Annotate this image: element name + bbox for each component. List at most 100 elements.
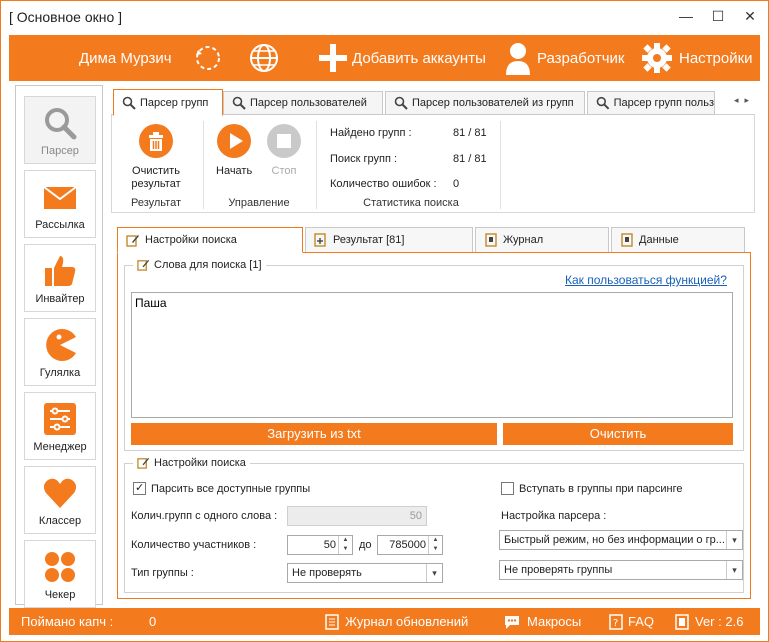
control-group: Начать Стоп Управление: [204, 115, 314, 213]
ribbon: Очистить результат Результат Начать Стоп…: [111, 115, 755, 213]
tab-label: Результат [81]: [333, 234, 405, 246]
close-button[interactable]: ✕: [733, 1, 767, 31]
group-type-select[interactable]: Не проверять ▾: [287, 563, 443, 583]
stepper-arrows[interactable]: ▲ ▼: [338, 536, 352, 554]
settings-button[interactable]: Настройки: [641, 35, 753, 81]
tab-search-settings[interactable]: Настройки поиска: [117, 227, 303, 253]
plus-icon: [319, 44, 347, 72]
clear-result-button[interactable]: [138, 123, 174, 162]
tab-scroll-arrows[interactable]: ◂▸: [734, 95, 755, 106]
updates-log-button[interactable]: Журнал обновлений: [325, 608, 468, 635]
sidebar-item-mailing[interactable]: Рассылка: [24, 170, 96, 238]
tab-group-users-parser[interactable]: Парсер пользователей из групп: [385, 91, 585, 115]
parse-all-checkbox[interactable]: Парсить все доступные группы: [133, 481, 311, 495]
chevron-down-icon[interactable]: ▾: [726, 531, 742, 549]
updates-log-label: Журнал обновлений: [345, 614, 469, 629]
tab-group-parser[interactable]: Парсер групп: [113, 89, 223, 116]
sidebar-item-inviter[interactable]: Инвайтер: [24, 244, 96, 312]
parse-all-label: Парсить все доступные группы: [151, 482, 311, 495]
chevron-down-icon[interactable]: ▾: [726, 561, 742, 579]
user-name[interactable]: Дима Мурзич: [79, 35, 172, 81]
sliders-icon: [44, 403, 76, 435]
search-groups-label: Поиск групп :: [330, 153, 398, 165]
edit-icon: [126, 235, 139, 247]
group-type-value: Не проверять: [292, 567, 362, 579]
chevron-down-icon[interactable]: ▾: [426, 564, 442, 582]
macros-button[interactable]: Макросы: [503, 608, 581, 635]
document-icon: [325, 613, 339, 630]
tab-user-parser[interactable]: Парсер пользователей: [223, 91, 383, 115]
check-groups-value: Не проверять группы: [504, 564, 613, 576]
logo-area: [9, 35, 71, 81]
tab-label: Парсер групп: [140, 96, 209, 109]
tab-log[interactable]: Журнал: [475, 227, 609, 253]
sidebar-item-manager[interactable]: Менеджер: [24, 392, 96, 460]
members-from-value: 50: [323, 539, 336, 551]
errors-value: 0: [453, 178, 460, 190]
separator: [500, 121, 501, 209]
add-accounts-button[interactable]: Добавить аккаунты: [317, 35, 486, 81]
refresh-icon[interactable]: [194, 35, 222, 81]
clear-words-button[interactable]: Очистить: [503, 423, 733, 445]
globe-icon[interactable]: [249, 35, 279, 81]
stop-button[interactable]: [266, 123, 302, 162]
stop-label: Стоп: [271, 165, 297, 177]
checkbox-box[interactable]: [501, 482, 514, 495]
search-settings-panel: Слова для поиска [1] Как пользоваться фу…: [117, 252, 751, 599]
inner-area: Настройки поиска Результат [81] Журнал Д…: [117, 227, 751, 599]
play-icon: [217, 124, 251, 158]
tab-label: Парсер пользователей: [250, 97, 367, 109]
check-groups-select[interactable]: Не проверять группы ▾: [499, 560, 743, 580]
tab-label: Данные: [639, 234, 679, 246]
tab-user-groups-parser[interactable]: Парсер групп польз: [587, 91, 715, 115]
groups-per-word-field[interactable]: 50: [287, 506, 427, 526]
join-groups-checkbox[interactable]: Вступать в группы при парсинге: [501, 482, 683, 495]
faq-label: FAQ: [628, 614, 655, 629]
sidebar-item-label: Классер: [38, 515, 82, 527]
help-icon: ?: [609, 613, 623, 630]
members-to-value: 785000: [389, 539, 426, 551]
search-icon: [596, 96, 610, 110]
version-info: Ver : 2.6: [675, 608, 743, 635]
tab-result[interactable]: Результат [81]: [305, 227, 473, 253]
checkbox-box[interactable]: [133, 481, 146, 495]
separator: [316, 121, 317, 209]
search-icon: [232, 96, 246, 110]
window-title: [ Основное окно ]: [9, 9, 123, 25]
sidebar-item-parser[interactable]: Парсер: [24, 96, 96, 164]
sidebar-item-walker[interactable]: Гулялка: [24, 318, 96, 386]
trash-icon: [139, 124, 173, 158]
members-to-label: до: [359, 539, 372, 551]
stop-icon: [267, 124, 301, 158]
minimize-button[interactable]: —: [669, 1, 703, 31]
stepper-arrows[interactable]: ▲ ▼: [428, 536, 442, 554]
join-groups-label: Вступать в группы при парсинге: [519, 482, 683, 495]
developer-button[interactable]: Разработчик: [505, 35, 624, 81]
sidebar-item-checker[interactable]: Чекер: [24, 540, 96, 608]
start-button[interactable]: [216, 123, 252, 162]
thumbs-up-icon: [45, 256, 76, 286]
sidebar-item-label: Чекер: [44, 589, 76, 601]
tab-data[interactable]: Данные: [611, 227, 745, 253]
sidebar-item-label: Парсер: [41, 145, 79, 157]
found-groups-value: 81 / 81: [453, 127, 487, 139]
settings-label: Настройки: [679, 49, 753, 67]
search-words-textarea[interactable]: Паша: [131, 292, 733, 418]
sidebar-item-classer[interactable]: Классер: [24, 466, 96, 534]
parser-mode-select[interactable]: Быстрый режим, но без информации о гр...…: [499, 530, 743, 550]
developer-label: Разработчик: [537, 49, 625, 67]
found-groups-label: Найдено групп :: [330, 127, 412, 139]
top-toolbar: Дима Мурзич Добавить аккаунты Разработчи…: [9, 35, 760, 81]
tab-label: Журнал: [503, 234, 544, 246]
search-icon: [122, 96, 136, 110]
add-accounts-label: Добавить аккаунты: [352, 49, 486, 67]
load-from-txt-button[interactable]: Загрузить из txt: [131, 423, 497, 445]
result-group-caption: Результат: [130, 197, 182, 209]
clear-result-label-2: результат: [131, 178, 181, 190]
members-to-stepper[interactable]: 785000 ▲ ▼: [377, 535, 443, 555]
members-from-stepper[interactable]: 50 ▲ ▼: [287, 535, 353, 555]
sidebar-item-label: Гулялка: [39, 367, 81, 379]
faq-button[interactable]: ? FAQ: [609, 608, 654, 635]
maximize-button[interactable]: ☐: [701, 1, 735, 31]
help-link[interactable]: Как пользоваться функцией?: [565, 273, 727, 287]
